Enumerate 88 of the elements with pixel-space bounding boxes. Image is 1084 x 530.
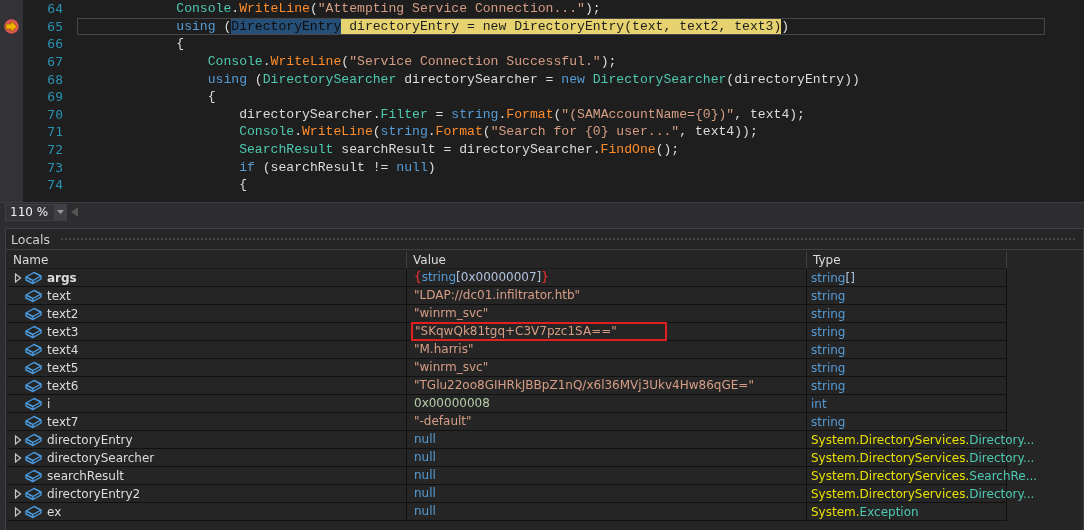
variable-icon xyxy=(25,342,42,357)
variable-name: text7 xyxy=(47,414,79,429)
variable-name: directorySearcher xyxy=(47,450,155,465)
code-line: { xyxy=(238,176,248,194)
variable-name: text2 xyxy=(47,306,79,321)
variable-value: 0x00000008 xyxy=(413,395,491,412)
variable-name: directoryEntry xyxy=(47,432,133,447)
expand-arrow-icon[interactable] xyxy=(14,452,22,463)
variable-type: System.Exception xyxy=(811,504,919,519)
variable-value: null xyxy=(413,449,437,466)
variable-value: null xyxy=(413,431,437,448)
variable-icon xyxy=(25,486,42,501)
code-line: Console.WriteLine("Attempting Service Connection..."); xyxy=(175,0,602,18)
variable-type: System.DirectoryServices.Directory... xyxy=(811,432,1035,447)
code-line: directorySearcher.Filter = string.Format("(SAMAccountName={0})", text4); xyxy=(238,105,806,123)
expand-arrow-icon[interactable] xyxy=(14,506,22,517)
variable-value: "-default" xyxy=(413,413,473,430)
variable-icon xyxy=(25,396,42,411)
variable-value: null xyxy=(413,503,437,520)
column-header[interactable]: Name xyxy=(7,251,407,269)
variable-icon xyxy=(25,468,42,483)
caret-icon xyxy=(56,210,64,214)
variable-name: directoryEntry2 xyxy=(47,486,141,501)
variable-icon xyxy=(25,504,42,519)
expand-arrow-icon[interactable] xyxy=(14,434,22,445)
variable-name: text4 xyxy=(47,342,79,357)
variable-type: System.DirectoryServices.Directory... xyxy=(811,486,1035,501)
line-number: 66 xyxy=(46,36,63,52)
variable-value: {string[0x00000007]} xyxy=(413,269,550,286)
line-number: 65 xyxy=(46,18,63,34)
variable-type: string xyxy=(811,378,846,393)
line-number: 68 xyxy=(46,71,63,87)
panel-title: Locals xyxy=(11,231,50,247)
expand-arrow-icon[interactable] xyxy=(14,272,22,283)
variable-value: "LDAP://dc01.infiltrator.htb" xyxy=(413,287,582,304)
column-header[interactable]: Value xyxy=(407,251,807,269)
variable-icon xyxy=(25,306,42,321)
code-line: Console.WriteLine("Service Connection Successful."); xyxy=(206,53,618,71)
line-number: 71 xyxy=(46,124,63,140)
code-line: using (DirectorySearcher directorySearcher = new DirectorySearcher(directoryEntry)) xyxy=(206,70,861,88)
expand-arrow-icon[interactable] xyxy=(14,488,22,499)
variable-name: ex xyxy=(47,504,62,519)
variable-icon xyxy=(25,450,42,465)
variable-value: "M.harris" xyxy=(413,341,475,358)
variable-name: text6 xyxy=(47,378,79,393)
variable-name: text5 xyxy=(47,360,79,375)
variable-type: int xyxy=(811,396,827,411)
variable-name: args xyxy=(47,270,77,285)
variable-name: text3 xyxy=(47,324,79,339)
line-number: 70 xyxy=(46,106,63,122)
code-line: Console.WriteLine(string.Format("Search for {0} user...", text4)); xyxy=(238,123,759,141)
variable-value: "TGlu22oo8GIHRkJBBpZ1nQ/x6l36MVj3Ukv4Hw86qGE=" xyxy=(413,377,755,394)
variable-icon xyxy=(25,414,42,429)
variable-icon xyxy=(25,324,42,339)
line-number: 73 xyxy=(46,159,63,175)
variable-value: "winrm_svc" xyxy=(413,359,490,376)
variable-icon xyxy=(25,432,42,447)
variable-type: string xyxy=(811,306,846,321)
variable-type: string[] xyxy=(811,270,855,285)
variable-name: text xyxy=(47,288,71,303)
code-line: if (searchResult != null) xyxy=(238,158,437,176)
variable-type: string xyxy=(811,342,846,357)
variable-icon xyxy=(25,378,42,393)
variable-name: searchResult xyxy=(47,468,124,483)
variable-type: string xyxy=(811,288,846,303)
variable-type: System.DirectoryServices.Directory... xyxy=(811,450,1035,465)
zoom-dropdown[interactable]: 110 % xyxy=(5,203,68,221)
code-line: { xyxy=(175,35,186,53)
column-header[interactable]: Type xyxy=(807,251,1007,269)
line-number: 67 xyxy=(46,54,63,70)
variable-icon xyxy=(25,270,42,285)
line-number: 64 xyxy=(46,1,63,17)
line-number: 74 xyxy=(46,177,63,193)
variable-name: i xyxy=(47,396,51,411)
variable-type: string xyxy=(811,360,846,375)
variable-type: string xyxy=(811,324,846,339)
variable-icon xyxy=(25,360,42,375)
variable-value: null xyxy=(413,467,437,484)
variable-value: "winrm_svc" xyxy=(413,305,490,322)
variable-value: "SKqwQk81tgq+C3V7pzc1SA==" xyxy=(411,322,667,341)
code-line: { xyxy=(206,88,217,106)
variable-value: null xyxy=(413,485,437,502)
line-number: 72 xyxy=(46,142,63,158)
line-number: 69 xyxy=(46,89,63,105)
code-line: SearchResult searchResult = directorySearcher.FindOne(); xyxy=(238,141,681,159)
variable-icon xyxy=(25,288,42,303)
variable-type: string xyxy=(811,414,846,429)
variable-type: System.DirectoryServices.SearchRe... xyxy=(811,468,1038,483)
